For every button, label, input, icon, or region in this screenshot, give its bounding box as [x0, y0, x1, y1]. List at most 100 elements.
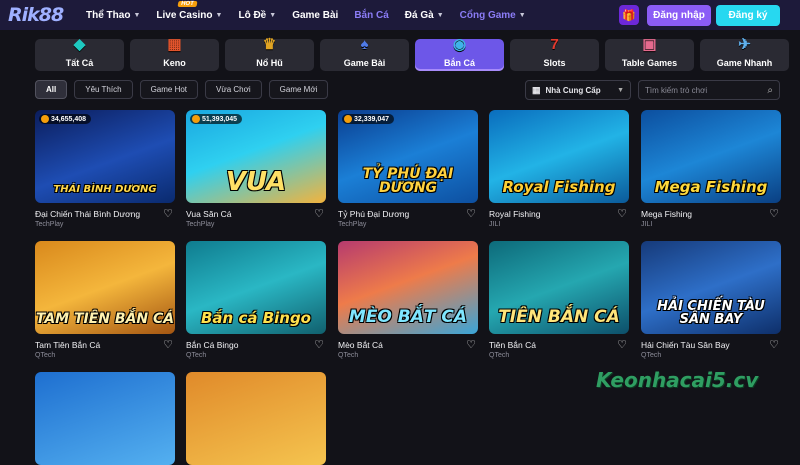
- game-provider: JILI: [489, 221, 501, 228]
- register-button[interactable]: Đăng ký: [716, 5, 780, 26]
- game-card[interactable]: Mega Fishing Mega Fishing JILI ♡: [641, 110, 781, 228]
- heart-icon[interactable]: ♡: [466, 207, 476, 220]
- nav-item-label: Thể Thao: [86, 9, 131, 21]
- game-name: Vua Săn Cá: [186, 209, 232, 219]
- game-card[interactable]: [186, 372, 326, 465]
- game-name: Royal Fishing: [489, 209, 541, 219]
- category-tab[interactable]: ◉ Bắn Cá: [415, 36, 504, 71]
- search-icon[interactable]: ⌕: [767, 85, 773, 96]
- diamond-icon: ◆: [73, 36, 86, 53]
- game-thumbnail[interactable]: [186, 372, 326, 465]
- game-card[interactable]: MÈO BẮT CÁ Mèo Bắt Cá QTech ♡: [338, 241, 478, 359]
- filter-chip[interactable]: Game Hot: [139, 80, 199, 99]
- category-bar: ◆ Tất Cả ▦ Keno ♛ Nổ Hũ ♠ Game Bài ◉ Bắn Cá 7 Slots…: [35, 36, 789, 71]
- heart-icon[interactable]: ♡: [163, 338, 173, 351]
- provider-select[interactable]: ▦ Nhà Cung Cấp ▼: [525, 80, 631, 100]
- heart-icon[interactable]: ♡: [466, 338, 476, 351]
- category-tab[interactable]: ♠ Game Bài: [320, 36, 409, 71]
- game-card[interactable]: HẢI CHIẾN TÀU SÂN BAY Hải Chiến Tàu Sân B…: [641, 241, 781, 359]
- fish-icon: ◉: [452, 36, 467, 53]
- nav-item[interactable]: Thể Thao ▼: [78, 0, 148, 30]
- login-button[interactable]: Đăng nhập: [647, 5, 711, 26]
- heart-icon[interactable]: ♡: [314, 338, 324, 351]
- category-tab[interactable]: ▦ Keno: [130, 36, 219, 71]
- heart-icon[interactable]: ♡: [617, 338, 627, 351]
- game-thumbnail[interactable]: Bắn cá Bingo: [186, 241, 326, 334]
- filter-chip[interactable]: Vừa Chơi: [205, 80, 262, 99]
- nav-item-label: Bắn Cá: [354, 9, 389, 21]
- heart-icon[interactable]: ♡: [314, 207, 324, 220]
- heart-icon[interactable]: ♡: [163, 207, 173, 220]
- category-tab[interactable]: ◆ Tất Cả: [35, 36, 124, 71]
- chevron-down-icon: ▼: [436, 11, 444, 19]
- game-thumbnail[interactable]: TIÊN BẮN CÁ: [489, 241, 629, 334]
- nav-item[interactable]: Đá Gà ▼: [397, 0, 452, 30]
- game-thumbnail[interactable]: HẢI CHIẾN TÀU SÂN BAY: [641, 241, 781, 334]
- filter-chip[interactable]: Game Mới: [268, 80, 329, 99]
- game-thumbnail[interactable]: THÁI BÌNH DƯƠNG 34,655,408: [35, 110, 175, 203]
- category-tab[interactable]: 7 Slots: [510, 36, 599, 71]
- game-provider: QTech: [338, 352, 359, 359]
- game-card[interactable]: [35, 372, 175, 465]
- game-art-title: Royal Fishing: [502, 178, 616, 196]
- game-art-title: MÈO BẮT CÁ: [348, 307, 468, 327]
- game-name: Tỷ Phú Đại Dương: [338, 209, 410, 219]
- filter-chip[interactable]: All: [35, 80, 68, 99]
- provider-select-label: Nhà Cung Cấp: [545, 85, 601, 95]
- game-card[interactable]: TỶ PHÚ ĐẠI DƯƠNG 32,339,047 Tỷ Phú Đại Dươ…: [338, 110, 478, 228]
- jackpot-value: 32,339,047: [354, 115, 390, 123]
- heart-icon[interactable]: ♡: [769, 338, 779, 351]
- game-art-title: VUA: [225, 167, 287, 197]
- category-label: Tất Cả: [65, 58, 94, 68]
- game-provider: QTech: [641, 352, 662, 359]
- nav-item[interactable]: Live Casino ▼ HOT: [148, 0, 230, 30]
- category-label: Nổ Hũ: [256, 58, 283, 68]
- chevron-down-icon: ▼: [215, 11, 223, 19]
- category-tab[interactable]: ♛ Nổ Hũ: [225, 36, 314, 71]
- main-nav: Thể Thao ▼ Live Casino ▼ HOT Lô Đề ▼ Game Bài Bắ…: [78, 0, 534, 30]
- game-card[interactable]: Bắn cá Bingo Bắn Cá Bingo QTech ♡: [186, 241, 326, 359]
- nav-item[interactable]: Lô Đề ▼: [230, 0, 284, 30]
- game-art-title: TỶ PHÚ ĐẠI DƯƠNG: [362, 166, 454, 196]
- nav-item[interactable]: Bắn Cá: [346, 0, 396, 30]
- game-name: Tiên Bắn Cá: [489, 340, 536, 350]
- game-thumbnail[interactable]: VUA 51,393,045: [186, 110, 326, 203]
- search-box: ⌕: [638, 80, 780, 100]
- filter-chip[interactable]: Yêu Thích: [74, 80, 133, 99]
- keno-grid-icon: ▦: [167, 36, 182, 53]
- game-card[interactable]: THÁI BÌNH DƯƠNG 34,655,408 Đại Chiến Thái …: [35, 110, 175, 228]
- jackpot-badge: 34,655,408: [39, 114, 92, 124]
- nav-item[interactable]: Cổng Game ▼: [452, 0, 534, 30]
- game-card[interactable]: VUA 51,393,045 Vua Săn Cá TechPlay ♡: [186, 110, 326, 228]
- jackpot-value: 34,655,408: [51, 115, 87, 123]
- site-logo[interactable]: Rik88: [8, 4, 64, 26]
- game-art-title: Bắn cá Bingo: [201, 309, 311, 327]
- grid-icon: ▦: [532, 84, 541, 95]
- gift-button[interactable]: 🎁: [619, 5, 639, 25]
- search-input[interactable]: [645, 85, 760, 95]
- heart-icon[interactable]: ♡: [769, 207, 779, 220]
- game-thumbnail[interactable]: TAM TIÊN BẮN CÁ: [35, 241, 175, 334]
- slot-seven-icon: 7: [550, 35, 559, 53]
- game-provider: QTech: [186, 352, 207, 359]
- game-art-title: HẢI CHIẾN TÀU SÂN BAY: [657, 299, 765, 327]
- game-card[interactable]: TAM TIÊN BẮN CÁ Tam Tiên Bắn Cá QTech ♡: [35, 241, 175, 359]
- game-art-title: Mega Fishing: [654, 178, 768, 196]
- watermark: Keonhacai5.cv: [596, 368, 759, 392]
- nav-item[interactable]: Game Bài: [284, 0, 346, 30]
- nav-item-label: Cổng Game: [459, 9, 516, 21]
- game-thumbnail[interactable]: MÈO BẮT CÁ: [338, 241, 478, 334]
- game-thumbnail[interactable]: Mega Fishing: [641, 110, 781, 203]
- coin-icon: [192, 115, 200, 123]
- category-tab[interactable]: ✈ Game Nhanh: [700, 36, 789, 71]
- game-thumbnail[interactable]: [35, 372, 175, 465]
- category-tab[interactable]: ▣ Table Games: [605, 36, 694, 71]
- table-games-icon: ▣: [642, 36, 657, 53]
- heart-icon[interactable]: ♡: [617, 207, 627, 220]
- game-thumbnail[interactable]: TỶ PHÚ ĐẠI DƯƠNG 32,339,047: [338, 110, 478, 203]
- game-card[interactable]: Royal Fishing Royal Fishing JILI ♡: [489, 110, 629, 228]
- jackpot-value: 51,393,045: [202, 115, 238, 123]
- game-name: Tam Tiên Bắn Cá: [35, 340, 101, 350]
- game-thumbnail[interactable]: Royal Fishing: [489, 110, 629, 203]
- game-card[interactable]: TIÊN BẮN CÁ Tiên Bắn Cá QTech ♡: [489, 241, 629, 359]
